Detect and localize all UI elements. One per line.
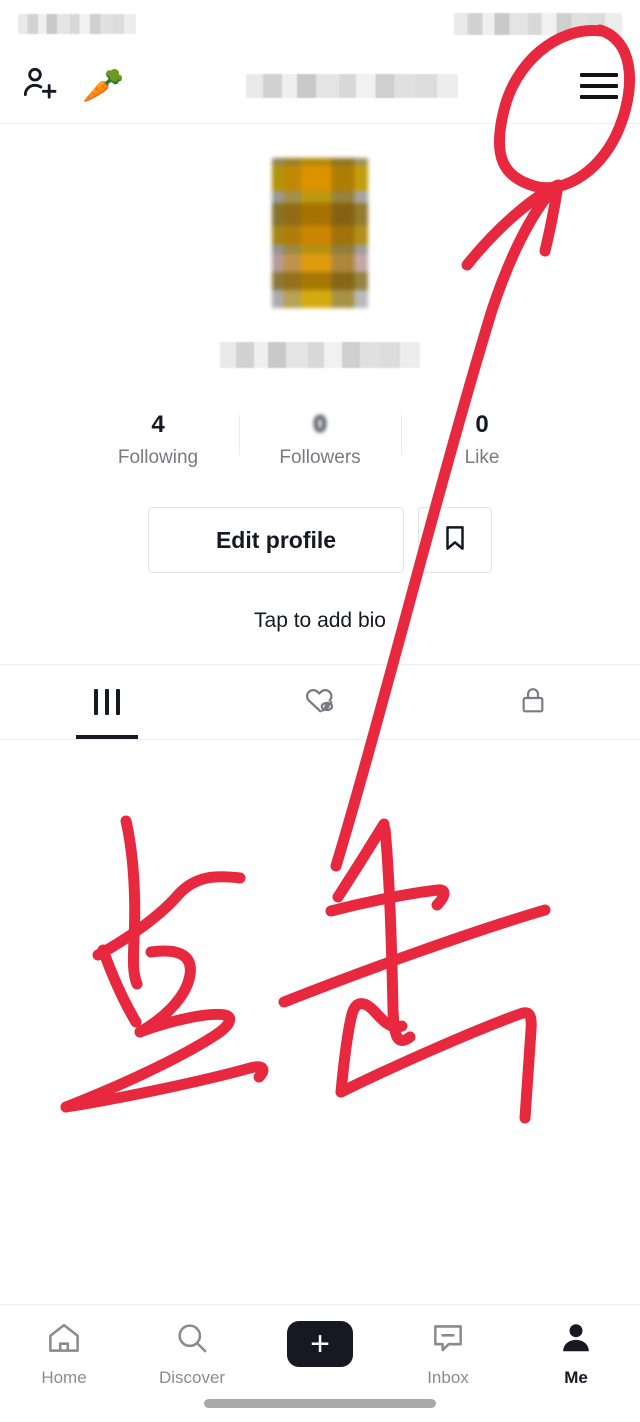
annotation-handwriting-2-e [335, 998, 408, 1098]
avatar[interactable] [272, 158, 368, 308]
person-icon [557, 1319, 595, 1362]
sparkle-carrot-icon[interactable]: 🥕 [82, 69, 124, 103]
nav-discover[interactable]: Discover [128, 1319, 256, 1388]
stat-likes[interactable]: 0 Like [401, 411, 563, 469]
grid-posts-icon [93, 689, 120, 715]
stat-value: 4 [151, 411, 165, 438]
stat-value: 0 [313, 411, 327, 438]
heart-hidden-icon [302, 682, 338, 723]
username-redacted [220, 342, 420, 368]
annotation-handwriting-1-a [120, 815, 143, 990]
stat-label: Followers [279, 447, 361, 468]
annotation-handwriting-2-f [335, 1007, 537, 1124]
hamburger-menu-icon[interactable] [580, 71, 620, 101]
annotation-handwriting-1-d [134, 945, 196, 1038]
annotation-handwriting-2-c [325, 884, 450, 917]
stat-followers[interactable]: 0 Followers [239, 411, 401, 469]
home-indicator [204, 1399, 436, 1408]
search-icon [173, 1319, 211, 1362]
nav-label: Discover [158, 1368, 226, 1387]
annotation-handwriting-2-d [278, 904, 551, 1008]
tab-posts[interactable] [0, 665, 213, 739]
nav-inbox[interactable]: Inbox [384, 1319, 512, 1388]
annotation-handwriting-1-e [60, 1008, 236, 1113]
annotation-handwriting-2-a [332, 818, 390, 903]
nav-label: Home [41, 1368, 87, 1387]
profile-stats: 4 Following 0 Followers 0 Like [0, 411, 640, 469]
nav-label: Inbox [427, 1368, 469, 1387]
header-left-icons: 🥕 [20, 63, 124, 108]
status-bar-left-redacted [18, 14, 136, 34]
inbox-icon [429, 1319, 467, 1362]
page-title-redacted [246, 73, 459, 98]
status-bar-right-redacted [454, 13, 622, 35]
header-title-wrap [124, 73, 580, 98]
annotation-handwriting-2-b [379, 823, 416, 1046]
nav-home[interactable]: Home [0, 1319, 128, 1388]
profile-actions: Edit profile [0, 507, 640, 573]
bio-placeholder[interactable]: Tap to add bio [0, 609, 640, 633]
profile-header: 🥕 [0, 48, 640, 124]
content-tabs [0, 664, 640, 740]
annotation-handwriting-1-c [97, 944, 142, 1028]
nav-label: Me [564, 1368, 588, 1387]
tab-liked[interactable] [213, 665, 426, 739]
bottom-navigation: Home Discover + Inbox Me [0, 1304, 640, 1422]
add-person-icon[interactable] [20, 63, 60, 108]
status-bar [0, 0, 640, 48]
annotation-handwriting-1-f [60, 1061, 269, 1113]
plus-glyph: + [310, 1325, 330, 1363]
profile-section: 4 Following 0 Followers 0 Like Edit prof… [0, 124, 640, 633]
stat-label: Like [464, 447, 500, 468]
stat-label: Following [117, 447, 199, 468]
nav-create[interactable]: + [256, 1319, 384, 1373]
bookmark-button[interactable] [418, 507, 492, 573]
create-plus-icon[interactable]: + [280, 1321, 360, 1367]
stat-value: 0 [475, 411, 489, 438]
tiktok-profile-screen: 🥕 4 Following 0 Followers 0 Like Edit pr… [0, 0, 640, 1422]
edit-profile-button[interactable]: Edit profile [148, 507, 404, 573]
lock-private-icon [517, 684, 549, 721]
stat-following[interactable]: 4 Following [77, 411, 239, 469]
home-icon [45, 1319, 83, 1362]
bookmark-icon [440, 523, 470, 558]
nav-me[interactable]: Me [512, 1319, 640, 1388]
tab-private[interactable] [427, 665, 640, 739]
annotation-handwriting-1-b [92, 871, 246, 961]
